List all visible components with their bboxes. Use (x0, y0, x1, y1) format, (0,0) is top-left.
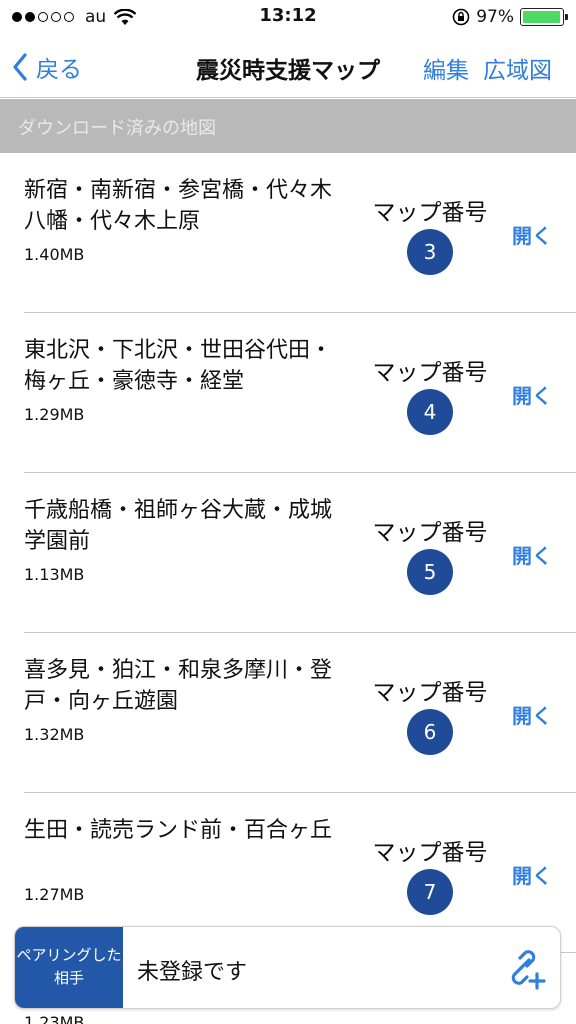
map-number-label: マップ番号 (372, 200, 488, 226)
list-item[interactable]: 千歳船橋・祖師ヶ谷大蔵・成城学園前 1.13MB マップ番号 5 開く (24, 473, 576, 633)
map-size: 1.27MB (24, 885, 85, 904)
map-title: 新宿・南新宿・参宮橋・代々木八幡・代々木上原 (24, 178, 333, 234)
map-title: 喜多見・狛江・和泉多摩川・登戸・向ヶ丘遊園 (24, 658, 333, 714)
map-number-badge: 5 (407, 549, 453, 595)
map-size: 1.23MB (24, 1013, 85, 1024)
status-bar: au 13:12 97% (0, 0, 576, 34)
map-title: 千歳船橋・祖師ヶ谷大蔵・成城学園前 (24, 498, 333, 554)
map-title: 生田・読売ランド前・百合ヶ丘 (24, 818, 333, 843)
open-button[interactable]: 開く (512, 540, 552, 569)
map-size: 1.13MB (24, 565, 85, 584)
add-link-icon[interactable] (502, 945, 548, 991)
section-header-label: ダウンロード済みの地図 (18, 118, 216, 139)
battery-tip (565, 14, 568, 20)
list-item[interactable]: 新宿・南新宿・参宮橋・代々木八幡・代々木上原 1.40MB マップ番号 3 開く (24, 153, 576, 313)
edit-button[interactable]: 編集 (423, 51, 469, 85)
map-number-label: マップ番号 (372, 360, 488, 386)
section-header: ダウンロード済みの地図 (0, 99, 576, 153)
orientation-lock-icon (452, 8, 470, 26)
pairing-bar: ペアリングした相手 未登録です (14, 926, 561, 1009)
open-button[interactable]: 開く (512, 380, 552, 409)
map-number-label: マップ番号 (372, 840, 488, 866)
nav-actions: 編集 広域図 (423, 51, 552, 85)
map-size: 1.32MB (24, 725, 85, 744)
map-number-badge: 7 (407, 869, 453, 915)
back-label: 戻る (36, 57, 82, 83)
navigation-bar: 戻る 震災時支援マップ 編集 広域図 (0, 34, 576, 98)
pairing-label: ペアリングした相手 (15, 927, 123, 1008)
map-list: 新宿・南新宿・参宮橋・代々木八幡・代々木上原 1.40MB マップ番号 3 開く… (0, 153, 576, 953)
map-title: 東北沢・下北沢・世田谷代田・梅ヶ丘・豪徳寺・経堂 (24, 338, 333, 394)
status-right: 97% (452, 6, 568, 28)
open-button[interactable]: 開く (512, 220, 552, 249)
back-button[interactable]: 戻る (12, 50, 82, 84)
list-item[interactable]: 喜多見・狛江・和泉多摩川・登戸・向ヶ丘遊園 1.32MB マップ番号 6 開く (24, 633, 576, 793)
open-button[interactable]: 開く (512, 700, 552, 729)
wide-map-button[interactable]: 広域図 (483, 51, 552, 85)
chevron-left-icon (13, 53, 27, 81)
list-item[interactable]: 東北沢・下北沢・世田谷代田・梅ヶ丘・豪徳寺・経堂 1.29MB マップ番号 4 … (24, 313, 576, 473)
open-button[interactable]: 開く (512, 860, 552, 889)
pairing-status: 未登録です (137, 960, 248, 985)
map-number-label: マップ番号 (372, 520, 488, 546)
map-number-badge: 6 (407, 709, 453, 755)
map-number-label: マップ番号 (372, 680, 488, 706)
map-size: 1.29MB (24, 405, 85, 424)
battery-icon (520, 8, 568, 26)
map-number-badge: 3 (407, 229, 453, 275)
partial-list-item: 1.23MB (0, 1009, 576, 1024)
battery-percent: 97% (476, 7, 514, 27)
battery-fill (523, 11, 560, 23)
map-number-badge: 4 (407, 389, 453, 435)
map-size: 1.40MB (24, 245, 85, 264)
